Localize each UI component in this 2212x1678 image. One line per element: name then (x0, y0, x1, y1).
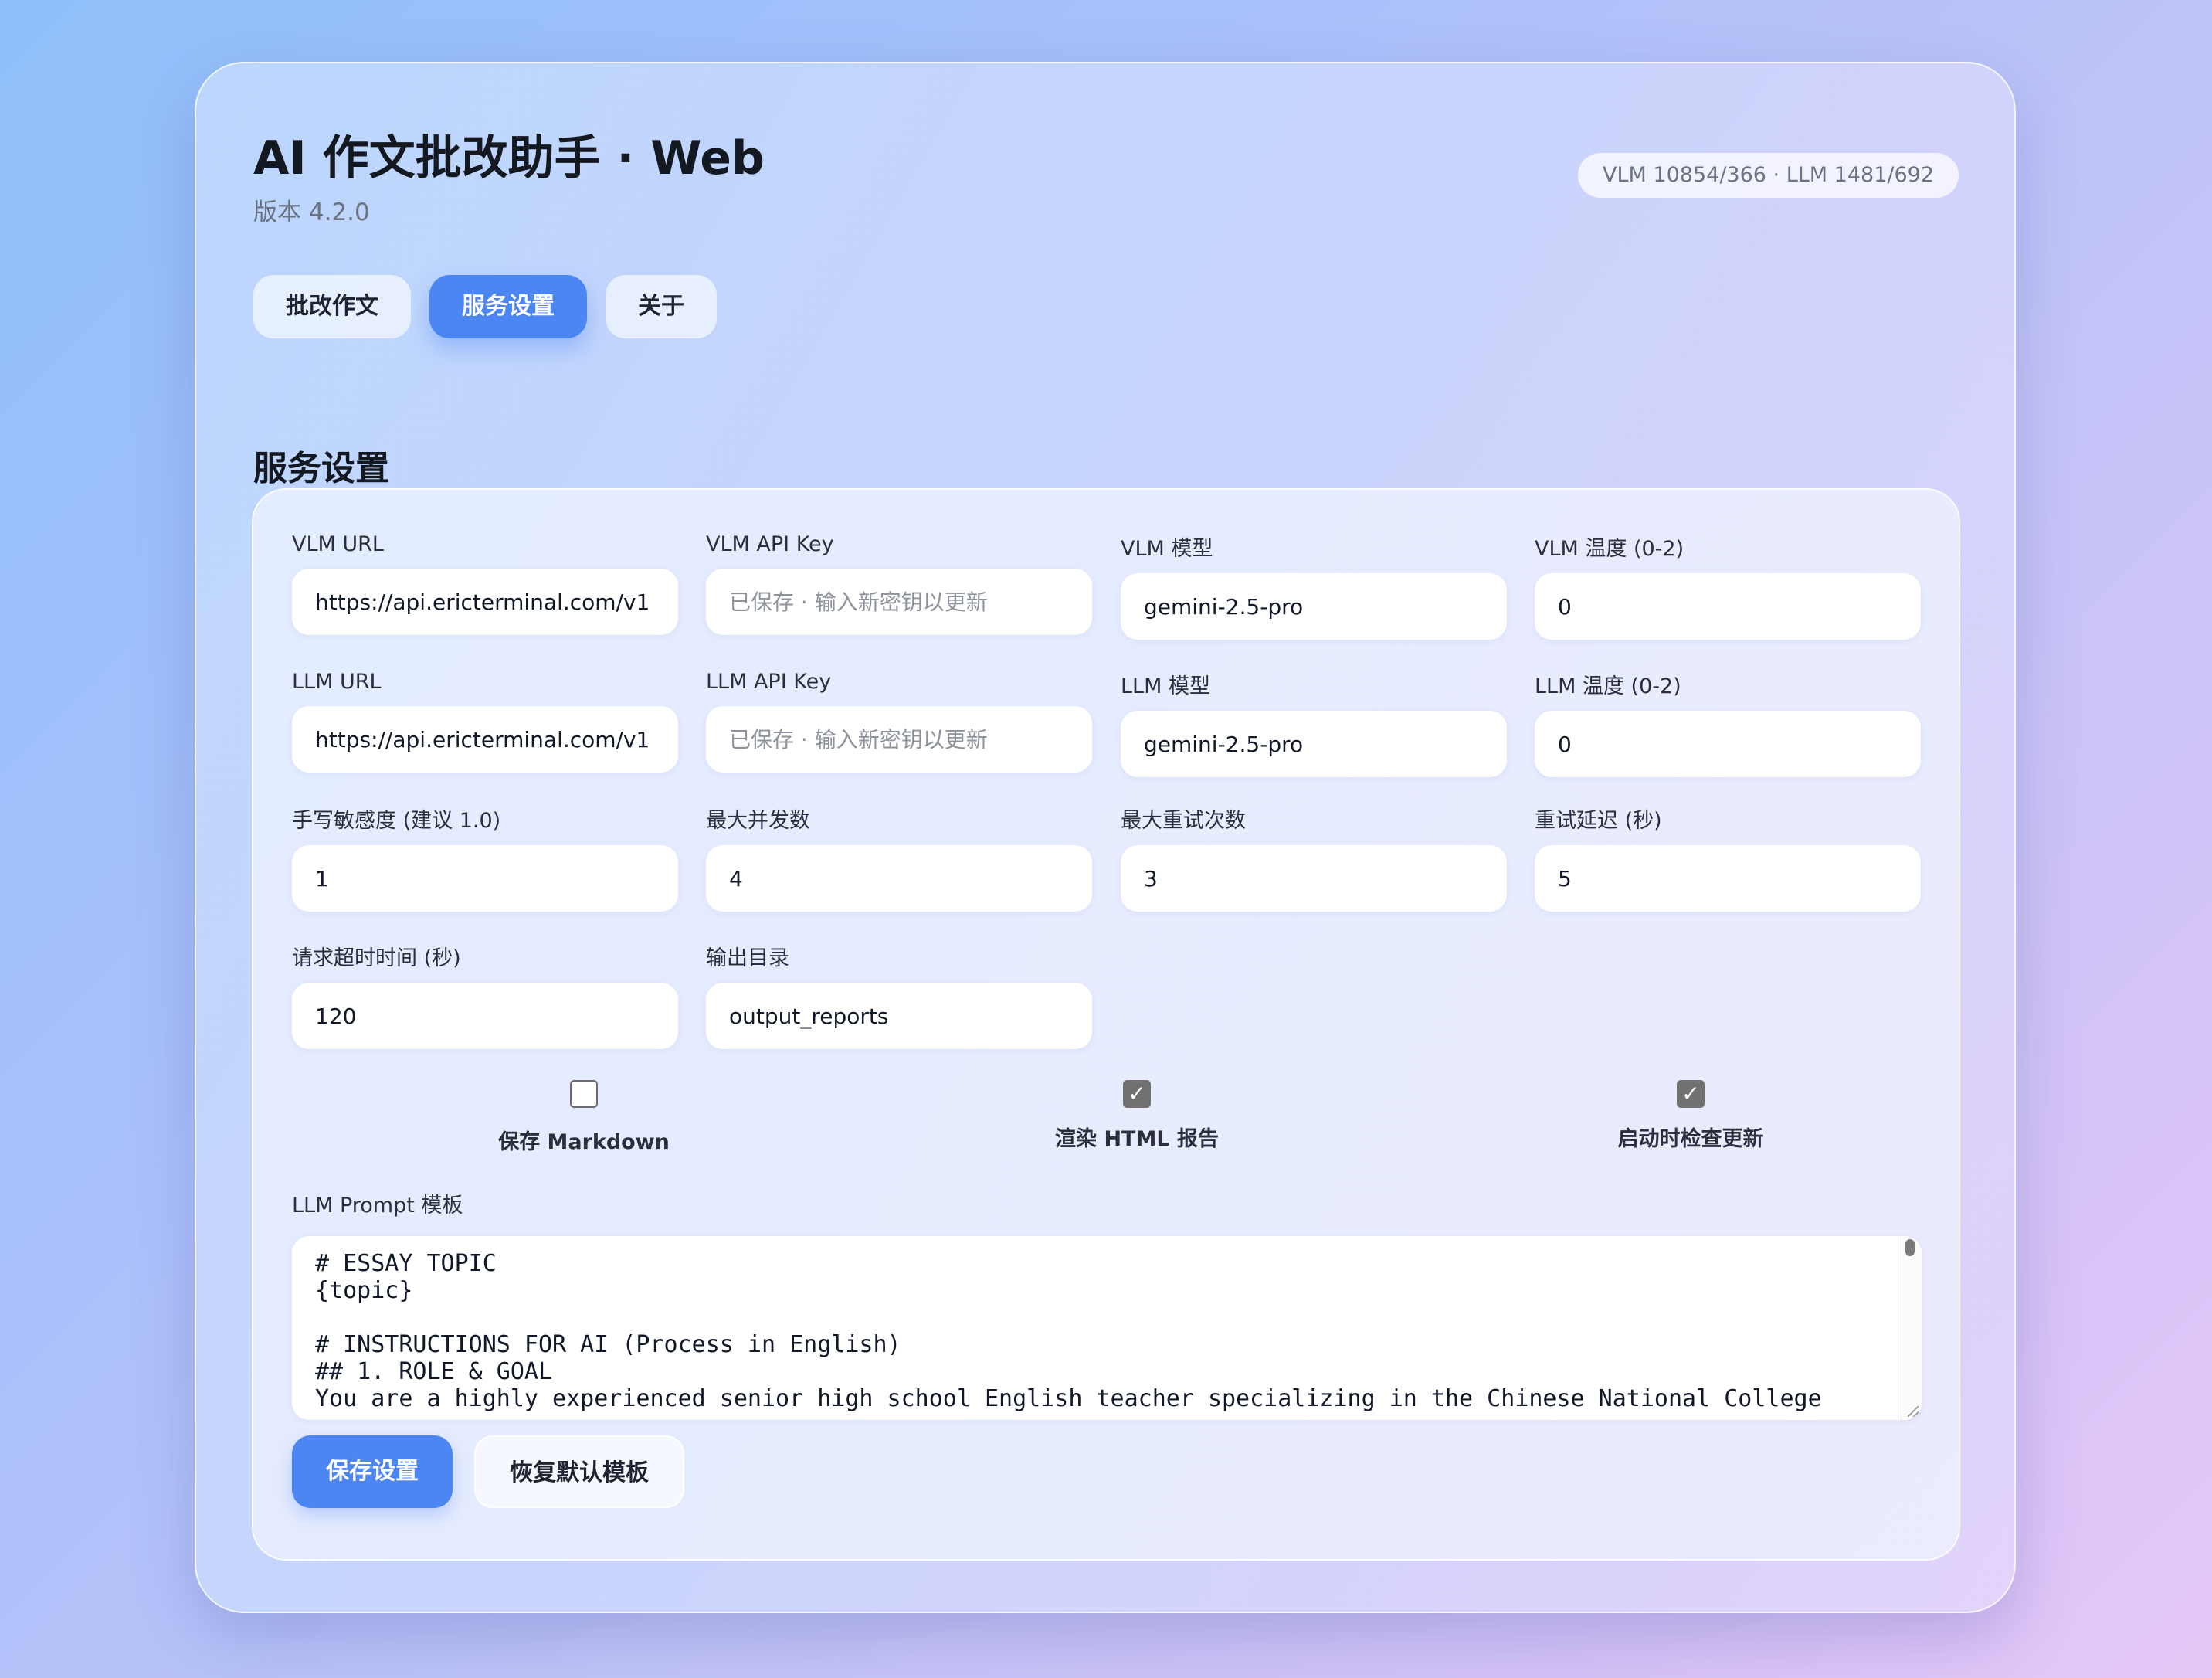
output-dir-field: 输出目录 (706, 944, 1092, 1049)
llm-model-input[interactable] (1121, 711, 1507, 777)
llm-api-key-label: LLM API Key (706, 670, 832, 694)
max-retries-input[interactable] (1121, 845, 1507, 912)
output-dir-label: 输出目录 (706, 946, 789, 970)
llm-temperature-label: LLM 温度 (0-2) (1535, 674, 1681, 698)
restore-default-template-button[interactable]: 恢复默认模板 (474, 1435, 684, 1508)
llm-model-field: LLM 模型 (1121, 672, 1507, 777)
tab-bar: 批改作文 服务设置 关于 (253, 275, 717, 338)
render-html-option: ✓ 渲染 HTML 报告 (867, 1077, 1407, 1154)
app-title: AI 作文批改助手 · Web (253, 131, 765, 185)
max-concurrency-label: 最大并发数 (706, 809, 810, 833)
prompt-textarea[interactable]: # ESSAY TOPIC {topic} # INSTRUCTIONS FOR… (292, 1236, 1922, 1420)
save-markdown-checkbox[interactable] (570, 1080, 598, 1108)
retry-delay-input[interactable] (1535, 845, 1921, 912)
max-concurrency-input[interactable] (706, 845, 1092, 912)
llm-temperature-field: LLM 温度 (0-2) (1535, 672, 1921, 777)
tab-service-settings[interactable]: 服务设置 (429, 275, 587, 338)
handwriting-sensitivity-label: 手写敏感度 (建议 1.0) (292, 809, 501, 833)
max-retries-label: 最大重试次数 (1121, 809, 1246, 833)
vlm-temperature-field: VLM 温度 (0-2) (1535, 535, 1921, 640)
render-html-label: 渲染 HTML 报告 (1055, 1127, 1219, 1151)
tab-grade-essay[interactable]: 批改作文 (253, 275, 411, 338)
checkmark-icon: ✓ (1681, 1081, 1700, 1106)
llm-api-key-input[interactable] (706, 706, 1092, 773)
vlm-url-field: VLM URL (292, 530, 678, 635)
check-updates-label: 启动时检查更新 (1617, 1127, 1764, 1151)
vlm-url-label: VLM URL (292, 532, 384, 556)
save-markdown-option: 保存 Markdown (314, 1077, 854, 1157)
llm-temperature-input[interactable] (1535, 711, 1921, 777)
vlm-api-key-field: VLM API Key (706, 530, 1092, 635)
max-retries-field: 最大重试次数 (1121, 807, 1507, 912)
check-updates-option: ✓ 启动时检查更新 (1420, 1077, 1961, 1154)
section-title: 服务设置 (253, 449, 389, 488)
max-concurrency-field: 最大并发数 (706, 807, 1092, 912)
handwriting-sensitivity-field: 手写敏感度 (建议 1.0) (292, 807, 678, 912)
llm-url-label: LLM URL (292, 670, 382, 694)
save-markdown-label: 保存 Markdown (498, 1130, 670, 1154)
usage-badge: VLM 10854/366 · LLM 1481/692 (1578, 153, 1959, 198)
settings-panel: VLM URL VLM API Key VLM 模型 VLM 温度 (0-2) … (252, 488, 1960, 1561)
vlm-api-key-input[interactable] (706, 569, 1092, 635)
vlm-url-input[interactable] (292, 569, 678, 635)
llm-url-field: LLM URL (292, 667, 678, 773)
llm-api-key-field: LLM API Key (706, 667, 1092, 773)
resize-grip-icon[interactable] (1908, 1406, 1919, 1417)
retry-delay-field: 重试延迟 (秒) (1535, 807, 1921, 912)
vlm-model-field: VLM 模型 (1121, 535, 1507, 640)
llm-model-label: LLM 模型 (1121, 674, 1210, 698)
save-settings-button[interactable]: 保存设置 (292, 1435, 453, 1508)
request-timeout-label: 请求超时时间 (秒) (292, 946, 461, 970)
prompt-scrollbar[interactable] (1898, 1236, 1922, 1420)
prompt-text: # ESSAY TOPIC {topic} # INSTRUCTIONS FOR… (315, 1250, 1822, 1412)
vlm-temperature-label: VLM 温度 (0-2) (1535, 537, 1684, 561)
vlm-model-label: VLM 模型 (1121, 537, 1213, 561)
handwriting-sensitivity-input[interactable] (292, 845, 678, 912)
output-dir-input[interactable] (706, 983, 1092, 1049)
scrollbar-thumb[interactable] (1905, 1239, 1915, 1256)
llm-url-input[interactable] (292, 706, 678, 773)
request-timeout-input[interactable] (292, 983, 678, 1049)
app-window: AI 作文批改助手 · Web 版本 4.2.0 VLM 10854/366 ·… (195, 62, 2016, 1613)
action-bar: 保存设置 恢复默认模板 (292, 1435, 684, 1508)
vlm-temperature-input[interactable] (1535, 573, 1921, 640)
checkmark-icon: ✓ (1128, 1081, 1146, 1106)
prompt-label: LLM Prompt 模板 (292, 1194, 463, 1218)
vlm-api-key-label: VLM API Key (706, 532, 834, 556)
version-label: 版本 4.2.0 (253, 199, 370, 226)
tab-about[interactable]: 关于 (606, 275, 717, 338)
retry-delay-label: 重试延迟 (秒) (1535, 809, 1662, 833)
render-html-checkbox[interactable]: ✓ (1123, 1080, 1151, 1108)
request-timeout-field: 请求超时时间 (秒) (292, 944, 678, 1049)
vlm-model-input[interactable] (1121, 573, 1507, 640)
check-updates-checkbox[interactable]: ✓ (1677, 1080, 1705, 1108)
